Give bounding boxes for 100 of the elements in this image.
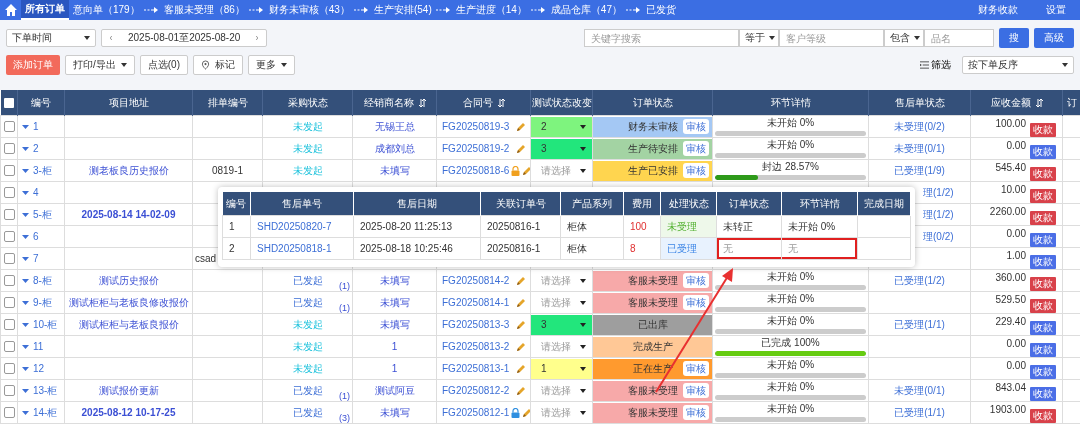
- dealer-name[interactable]: 成都刘总: [374, 142, 415, 154]
- expand-icon[interactable]: [22, 256, 29, 261]
- pick-button[interactable]: 点选(0): [139, 55, 188, 75]
- project-address[interactable]: 2025-08-12 10-17-25: [81, 407, 176, 418]
- review-button[interactable]: 审核: [683, 405, 709, 420]
- row-number[interactable]: 4: [33, 187, 39, 198]
- row-checkbox[interactable]: [3, 121, 15, 133]
- dealer-name[interactable]: 未填写: [379, 296, 410, 308]
- pencil-icon[interactable]: [516, 143, 526, 154]
- nav-tab[interactable]: 已发货: [642, 0, 680, 20]
- collect-payment-button[interactable]: 收款: [1030, 210, 1056, 225]
- dealer-name[interactable]: 未填写: [379, 318, 410, 330]
- row-number[interactable]: 11: [33, 341, 44, 352]
- operator-select[interactable]: 等于: [739, 29, 779, 47]
- purchase-status[interactable]: 已发起: [292, 384, 323, 396]
- expand-icon[interactable]: [22, 388, 29, 393]
- contract-link[interactable]: FG20250813-2: [442, 341, 514, 352]
- contract-link[interactable]: FG20250812-2: [442, 385, 514, 396]
- collect-payment-button[interactable]: 收款: [1030, 364, 1056, 379]
- project-address[interactable]: 测试报价更新: [98, 384, 159, 396]
- print-export-button[interactable]: 打印/导出: [65, 55, 135, 75]
- row-number[interactable]: 6: [33, 231, 39, 242]
- state-select[interactable]: 3: [531, 314, 592, 335]
- row-checkbox[interactable]: [3, 363, 15, 375]
- row-number[interactable]: 12: [33, 363, 45, 374]
- dealer-name[interactable]: 未填写: [379, 274, 410, 286]
- project-address[interactable]: 测试柜柜与老板良报价: [78, 318, 179, 330]
- row-checkbox[interactable]: [3, 209, 15, 221]
- search-button[interactable]: 搜: [999, 28, 1029, 48]
- after-sale-status[interactable]: 未受理(0/1): [894, 384, 945, 396]
- expand-icon[interactable]: [22, 410, 29, 415]
- state-select[interactable]: 请选择: [531, 270, 592, 291]
- dealer-name[interactable]: 测试阿豆: [374, 384, 415, 396]
- row-number[interactable]: 5-柜: [33, 207, 52, 222]
- row-number[interactable]: 13-柜: [33, 383, 58, 398]
- review-button[interactable]: 审核: [683, 141, 709, 156]
- pencil-icon[interactable]: [516, 297, 526, 308]
- state-select[interactable]: 请选择: [531, 160, 592, 181]
- row-number[interactable]: 7: [33, 253, 39, 264]
- pencil-icon[interactable]: [516, 275, 526, 286]
- purchase-status[interactable]: 已发起: [292, 274, 323, 286]
- review-button[interactable]: 审核: [683, 361, 709, 376]
- row-checkbox[interactable]: [3, 297, 15, 309]
- sort-icon[interactable]: [418, 98, 426, 107]
- operator-select[interactable]: 包含: [884, 29, 924, 47]
- project-address[interactable]: 2025-08-14 14-02-09: [81, 209, 176, 220]
- mark-button[interactable]: 标记: [193, 55, 243, 75]
- collect-payment-button[interactable]: 收款: [1030, 342, 1056, 357]
- expand-icon[interactable]: [22, 322, 29, 327]
- nav-link[interactable]: 设置: [1032, 3, 1080, 17]
- home-icon[interactable]: [4, 3, 18, 17]
- after-sale-status[interactable]: 理(0/2): [923, 230, 954, 242]
- state-select[interactable]: 3: [531, 138, 592, 159]
- pencil-icon[interactable]: [522, 165, 530, 176]
- customer-level-field[interactable]: 客户等级: [779, 29, 884, 47]
- pencil-icon[interactable]: [516, 121, 526, 132]
- after-sale-status[interactable]: 未受理(0/2): [894, 120, 945, 132]
- sort-icon[interactable]: [497, 98, 505, 107]
- review-button[interactable]: 审核: [683, 273, 709, 288]
- expand-icon[interactable]: [22, 168, 29, 173]
- expand-icon[interactable]: [22, 366, 29, 371]
- pencil-icon[interactable]: [516, 319, 526, 330]
- nav-tab[interactable]: 客服未受理（86）: [159, 0, 249, 20]
- state-select[interactable]: 1: [531, 358, 592, 379]
- row-number[interactable]: 9-柜: [33, 295, 52, 310]
- dealer-name[interactable]: 无锡王总: [374, 120, 415, 132]
- contract-link[interactable]: FG20250819-3: [442, 121, 514, 132]
- row-checkbox[interactable]: [3, 165, 15, 177]
- pencil-icon[interactable]: [516, 385, 526, 396]
- contract-link[interactable]: FG20250813-1: [442, 363, 514, 374]
- row-checkbox[interactable]: [3, 385, 15, 397]
- review-button[interactable]: 审核: [683, 295, 709, 310]
- expand-icon[interactable]: [22, 300, 29, 305]
- dealer-name[interactable]: 1: [391, 363, 398, 374]
- contract-link[interactable]: FG20250818-6: [442, 165, 510, 176]
- collect-payment-button[interactable]: 收款: [1030, 254, 1056, 269]
- expand-icon[interactable]: [22, 124, 29, 129]
- project-address[interactable]: 测老板良历史报价: [88, 164, 169, 176]
- row-number[interactable]: 3-柜: [33, 163, 52, 178]
- collect-payment-button[interactable]: 收款: [1030, 188, 1056, 203]
- row-checkbox[interactable]: [3, 253, 15, 265]
- pencil-icon[interactable]: [516, 341, 526, 352]
- dealer-name[interactable]: 1: [391, 341, 398, 352]
- after-sale-status[interactable]: 已受理(1/1): [894, 318, 945, 330]
- review-button[interactable]: 审核: [683, 383, 709, 398]
- sort-icon[interactable]: [1035, 98, 1043, 107]
- nav-tab[interactable]: 生产安排(54): [369, 0, 436, 20]
- expand-icon[interactable]: [22, 278, 29, 283]
- more-button[interactable]: 更多: [248, 55, 295, 75]
- row-checkbox[interactable]: [3, 187, 15, 199]
- collect-payment-button[interactable]: 收款: [1030, 408, 1056, 423]
- time-select[interactable]: 下单时间: [6, 29, 96, 47]
- after-sale-status[interactable]: 已受理(1/1): [894, 406, 945, 418]
- state-select[interactable]: 请选择: [531, 402, 592, 423]
- after-sale-status[interactable]: 已受理(1/9): [894, 164, 945, 176]
- row-number[interactable]: 1: [33, 121, 39, 132]
- project-address[interactable]: 测试历史报价: [98, 274, 159, 286]
- collect-payment-button[interactable]: 收款: [1030, 320, 1056, 335]
- filter-button[interactable]: 筛选: [920, 58, 951, 72]
- keyword-field[interactable]: 关键字搜索: [584, 29, 739, 47]
